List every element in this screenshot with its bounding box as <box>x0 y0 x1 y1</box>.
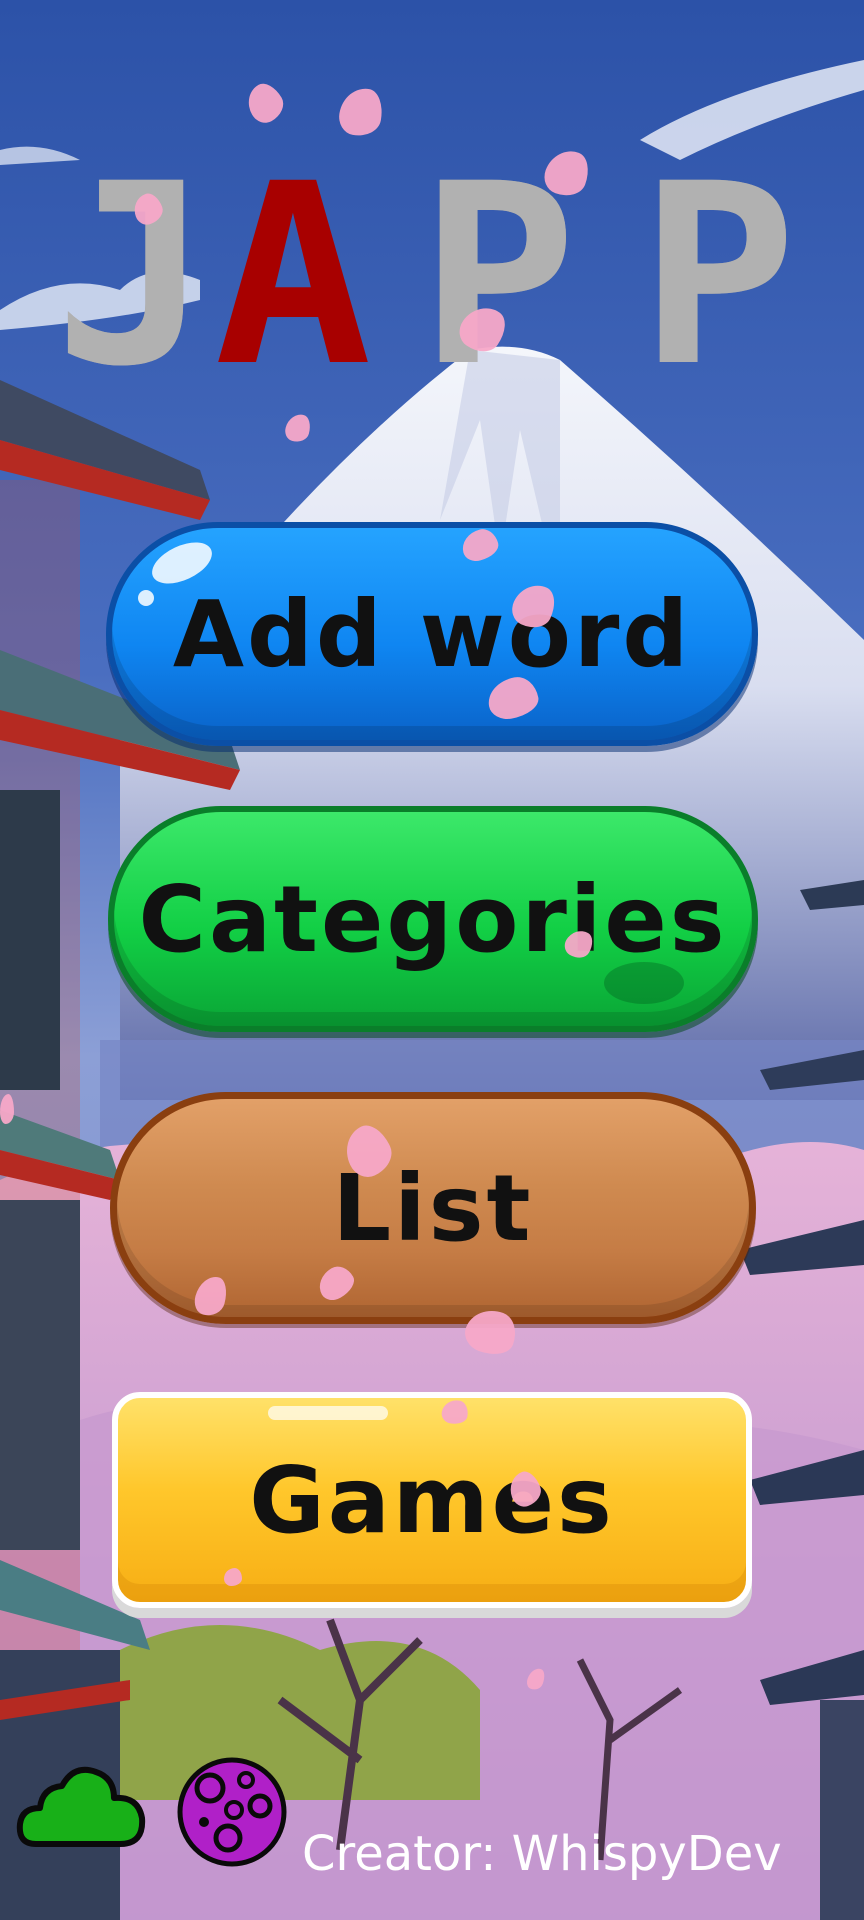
title-letter-a: A <box>213 130 373 421</box>
add-word-button[interactable]: Add word <box>106 522 758 746</box>
petal <box>224 1568 242 1586</box>
petal <box>0 1094 14 1124</box>
gloss-dot <box>138 590 154 606</box>
gloss-highlight <box>268 1406 388 1420</box>
categories-label: Categories <box>138 865 728 973</box>
categories-button[interactable]: Categories <box>108 806 758 1032</box>
creator-credit: Creator: WhispyDev <box>302 1826 782 1882</box>
games-label: Games <box>249 1446 615 1554</box>
cloud-icon[interactable] <box>14 1758 148 1854</box>
add-word-label: Add word <box>172 580 692 688</box>
games-button[interactable]: Games <box>112 1392 752 1608</box>
planet-icon[interactable] <box>176 1756 288 1868</box>
title-letter-p1: P <box>418 130 578 421</box>
title-letter-p2: P <box>638 130 798 421</box>
